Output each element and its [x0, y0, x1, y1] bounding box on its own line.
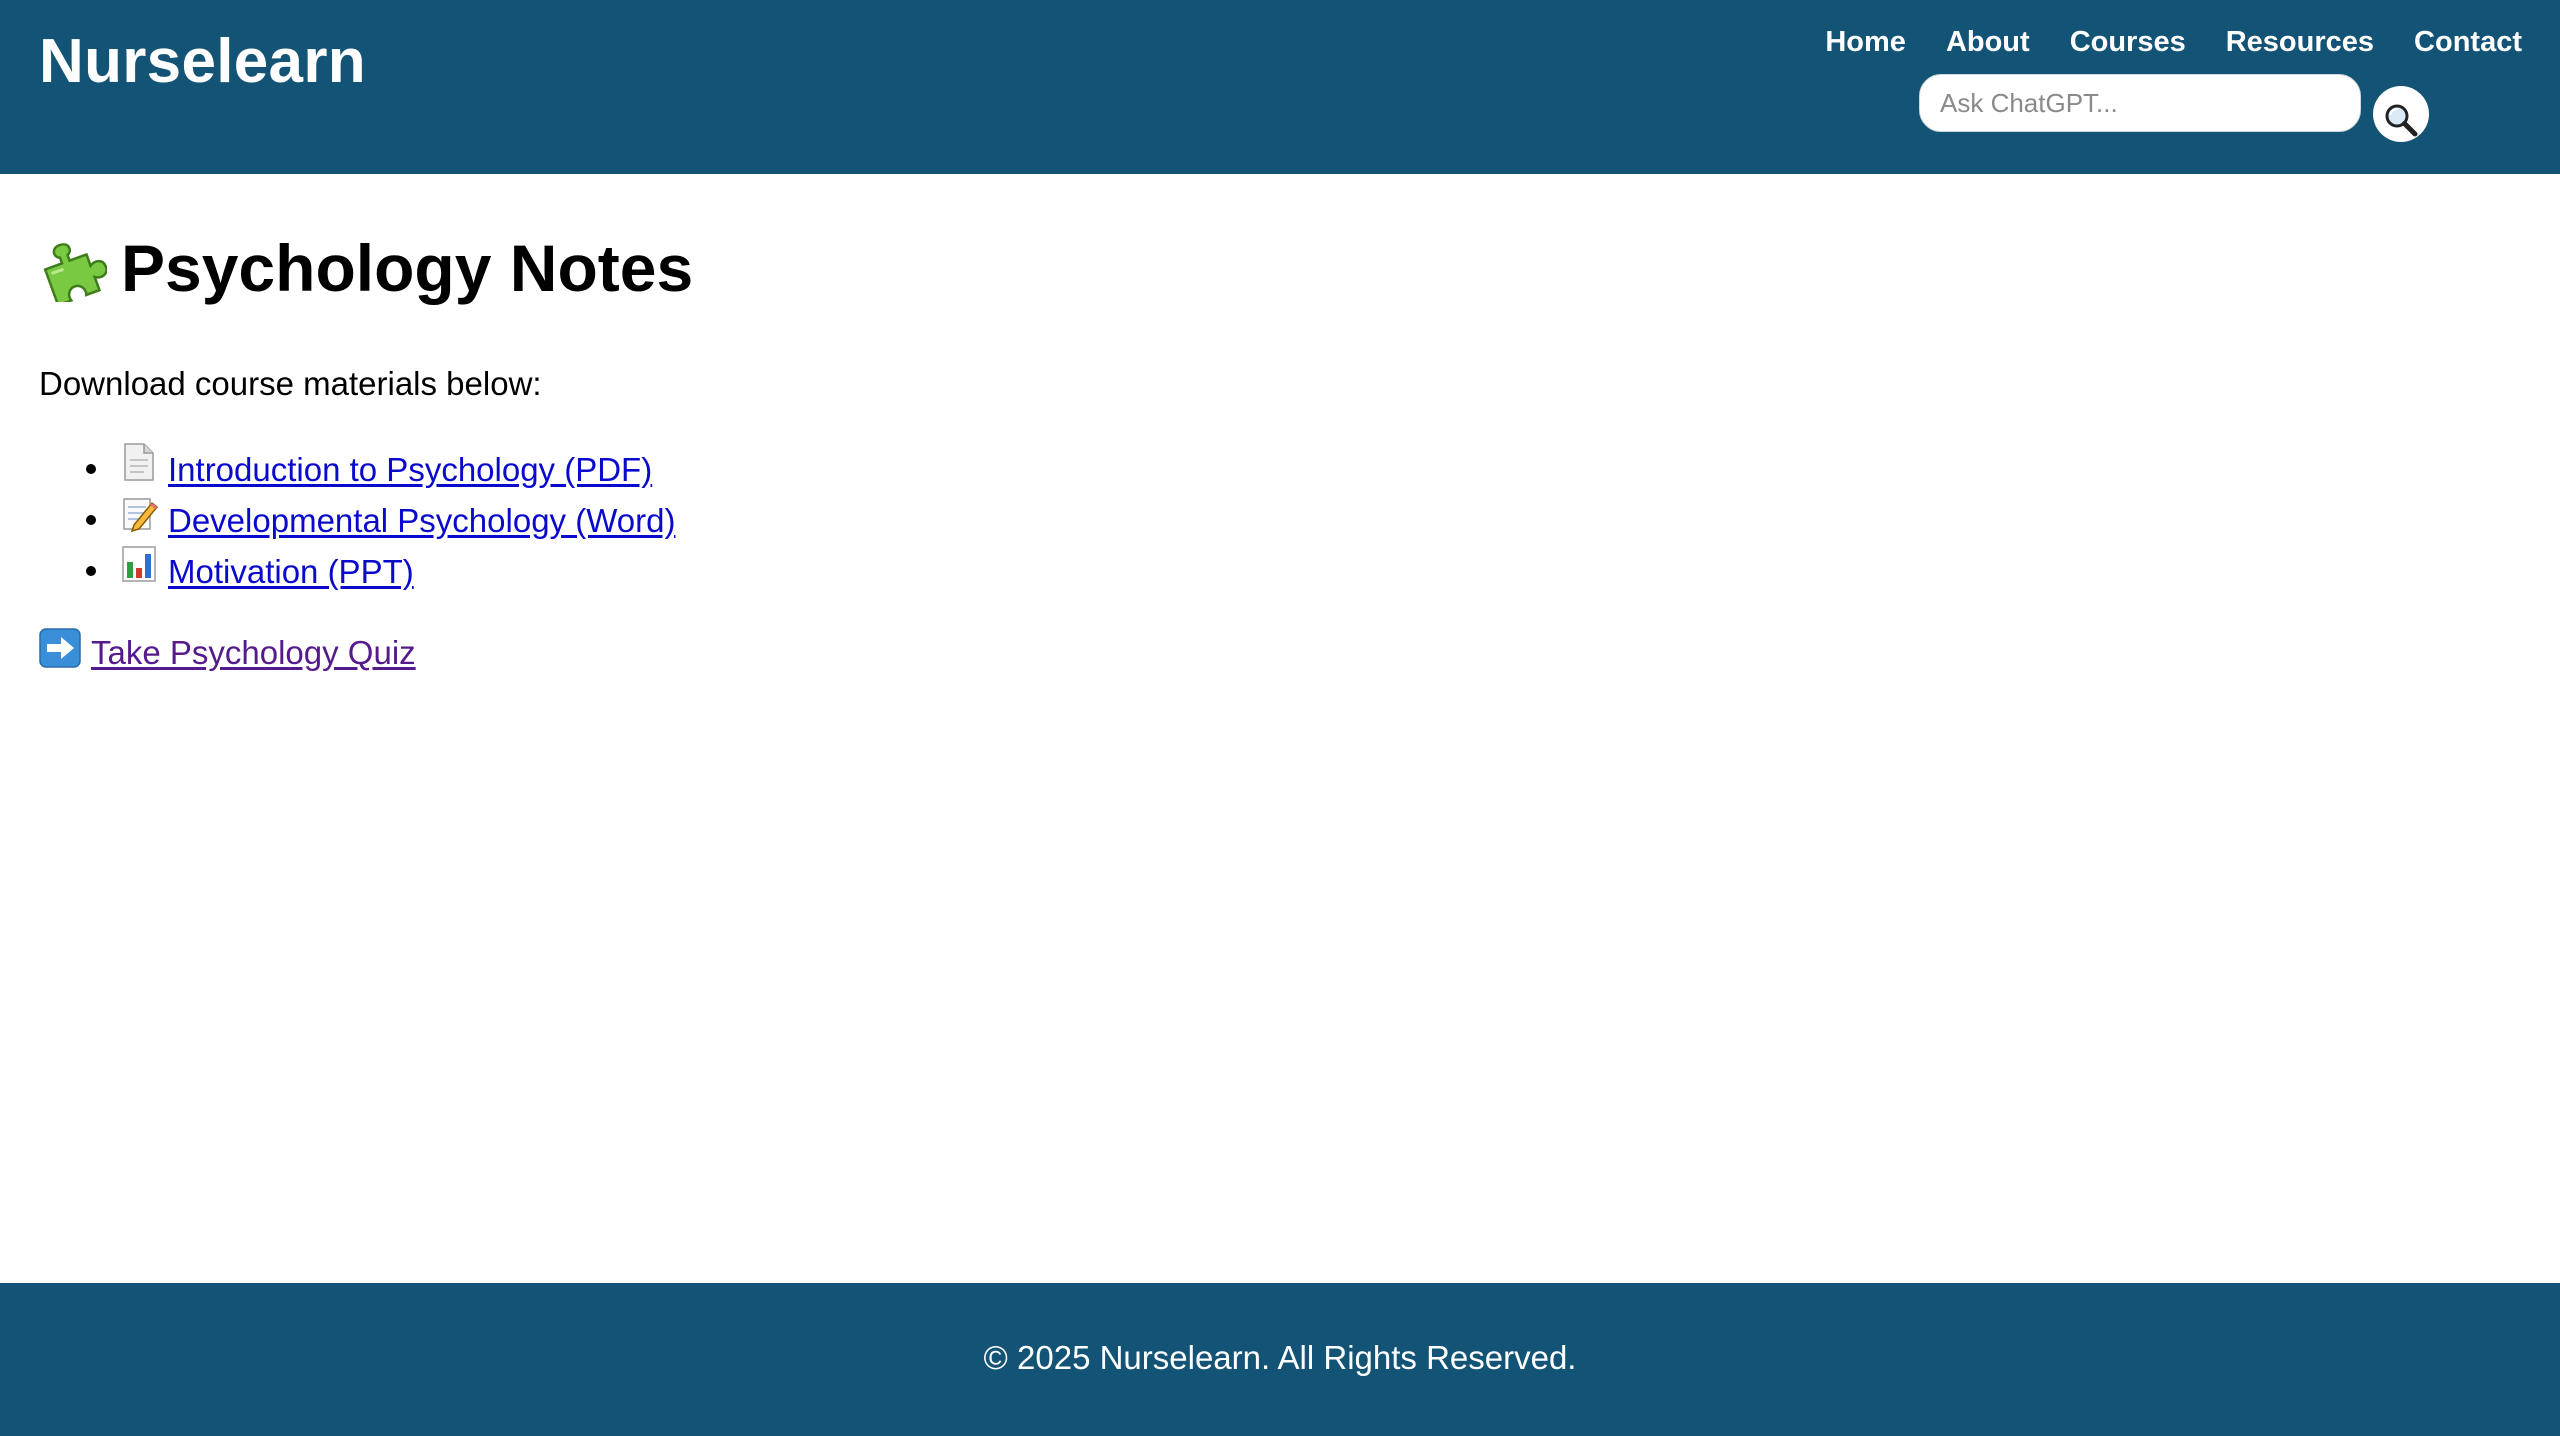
list-item: Developmental Psychology (Word)	[39, 493, 675, 544]
list-item: Introduction to Psychology (PDF)	[39, 442, 675, 493]
page-title: Psychology Notes	[121, 231, 694, 305]
page: Nurselearn Home About Courses Resources …	[0, 0, 2560, 1436]
take-quiz-label: Take Psychology Quiz	[91, 633, 416, 671]
memo-pencil-icon	[120, 493, 159, 547]
ask-chatgpt-input[interactable]	[1919, 74, 2361, 132]
site-logo-text[interactable]: Nurselearn	[39, 22, 366, 102]
document-page-icon	[120, 442, 158, 496]
right-arrow-icon	[39, 628, 81, 677]
main-nav: Home About Courses Resources Contact	[1825, 22, 2522, 62]
page-title-row: Psychology Notes	[39, 228, 693, 308]
site-header: Nurselearn Home About Courses Resources …	[0, 0, 2560, 174]
site-footer: © 2025 Nurselearn. All Rights Reserved.	[0, 1283, 2560, 1436]
list-item: Motivation (PPT)	[39, 544, 675, 595]
materials-list: Introduction to Psychology (PDF) Develop…	[39, 442, 675, 595]
puzzle-piece-icon	[43, 243, 107, 302]
nav-link-resources[interactable]: Resources	[2226, 22, 2374, 62]
nav-link-courses[interactable]: Courses	[2070, 22, 2186, 62]
nav-link-contact[interactable]: Contact	[2414, 22, 2522, 62]
material-link-motivation-ppt[interactable]: Motivation (PPT)	[120, 544, 414, 598]
material-link-intro-psychology-pdf[interactable]: Introduction to Psychology (PDF)	[120, 442, 652, 496]
material-link-label: Motivation (PPT)	[168, 552, 414, 590]
material-link-label: Developmental Psychology (Word)	[168, 501, 676, 539]
material-link-label: Introduction to Psychology (PDF)	[168, 450, 653, 488]
intro-text: Download course materials below:	[39, 365, 542, 402]
copyright-text: © 2025 Nurselearn. All Rights Reserved.	[983, 1338, 1577, 1376]
search-button[interactable]	[2373, 86, 2429, 142]
nav-link-home[interactable]: Home	[1825, 22, 1906, 62]
material-link-developmental-psychology-word[interactable]: Developmental Psychology (Word)	[120, 493, 675, 547]
bar-chart-icon	[120, 544, 158, 598]
magnifying-glass-icon	[2385, 104, 2418, 136]
nav-link-about[interactable]: About	[1946, 22, 2030, 62]
take-quiz-link[interactable]: Take Psychology Quiz	[39, 628, 416, 677]
